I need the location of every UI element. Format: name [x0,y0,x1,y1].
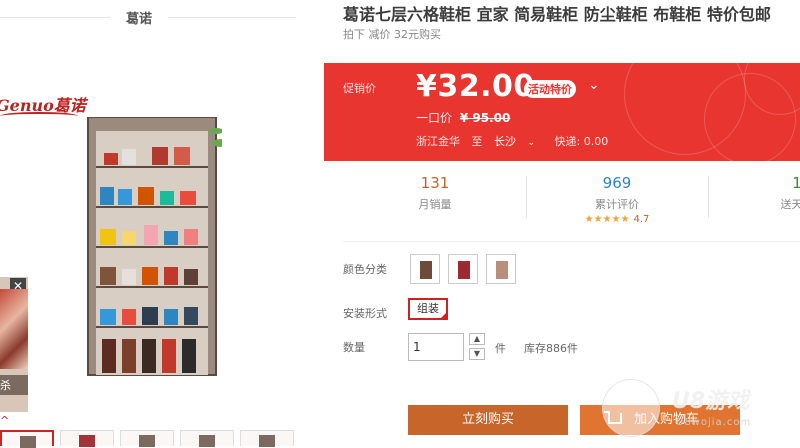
divider [168,17,296,18]
ad-image[interactable] [0,289,28,369]
chevron-up-icon[interactable]: ^ [0,414,9,427]
original-price: 一口价 ¥ 95.00 [416,109,510,126]
divider [0,17,110,18]
selected-check-icon [439,311,448,320]
original-price-label: 一口价 [416,111,453,125]
color-option[interactable] [410,254,440,284]
total-reviews-count[interactable]: 969 [542,174,692,192]
promo-badge[interactable]: 活动特价 [524,80,576,98]
tmall-points-count: 1 [792,174,800,192]
rating-score: 4.7 [633,214,650,225]
promo-price-label: 促销价 [343,82,376,95]
tmall-points: 1 送天猫 [722,174,800,212]
logo-swoosh [0,112,78,120]
side-ad-popup[interactable]: ✕ 杀 [0,277,28,412]
add-to-cart-label[interactable]: 加入购物车 [634,412,699,427]
original-price-value: ¥ 95.00 [459,111,511,125]
current-price: ¥32.00 [416,69,535,104]
thumbnail[interactable] [60,430,114,447]
thumbnail[interactable] [120,430,174,447]
product-title: 葛诺七层六格鞋柜 宜家 简易鞋柜 防尘鞋柜 布鞋柜 特价包邮 [343,5,771,24]
monthly-sales-count: 131 [420,174,450,192]
add-to-cart-button[interactable]: 加入购物车 [580,405,740,435]
monthly-sales-label: 月销量 [418,198,452,211]
chevron-down-icon[interactable]: ⌄ [588,77,600,93]
express-fee: 快递: 0.00 [554,135,609,148]
quantity-increase-button[interactable]: ▲ [469,333,485,345]
product-gallery: 葛诺 Genuo葛诺 ✕ 杀 ^ [0,0,308,448]
divider [708,176,709,218]
main-product-image[interactable] [82,117,222,379]
ship-to-label: 至 [471,135,483,148]
brand-name[interactable]: 葛诺 [110,8,168,27]
star-icon: ★★★★★ [584,214,630,225]
quantity-label: 数量 [343,341,365,354]
stock-count: 库存886件 [524,342,578,355]
stats-bar: 131 月销量 969 累计评价 ★★★★★4.7 1 送天猫 [324,166,800,232]
ship-from: 浙江金华 [416,135,460,148]
color-option[interactable] [486,254,516,284]
ship-to-city[interactable]: 长沙 [494,135,516,148]
color-label: 颜色分类 [343,263,387,276]
ship-to-select[interactable]: 长沙 ⌄ [494,135,547,148]
install-label: 安装形式 [343,307,387,320]
thumbnail[interactable] [0,430,54,448]
cart-icon [604,411,622,424]
quantity-decrease-button[interactable]: ▼ [469,348,485,360]
product-subtitle: 拍下 减价 32元购买 [343,28,441,41]
ad-label[interactable]: 杀 [0,375,28,395]
divider [526,176,527,218]
thumbnail[interactable] [180,430,234,447]
chevron-down-icon[interactable]: ⌄ [528,138,536,148]
quantity-unit: 件 [495,342,506,355]
shipping-info: 浙江金华 至 长沙 ⌄ 快递: 0.00 [416,133,616,149]
total-reviews-label: 累计评价 [595,198,639,211]
install-option-label[interactable]: 组装 [417,302,439,315]
thumbnail-strip [0,430,308,448]
monthly-sales: 131 月销量 [360,174,510,212]
color-option[interactable] [448,254,478,284]
divider [343,241,800,242]
tmall-points-label: 送天猫 [780,198,800,211]
price-panel: 促销价 ¥32.00 活动特价 ⌄ 一口价 ¥ 95.00 浙江金华 至 长沙 … [324,63,800,161]
quantity-input[interactable]: 1 [408,333,464,361]
thumbnail[interactable] [240,430,294,447]
total-reviews[interactable]: 969 累计评价 ★★★★★ 4.7 [542,174,692,225]
rating-stars: ★★★★★ 4.7 [542,214,692,225]
buy-now-button[interactable]: 立刻购买 [408,405,568,435]
install-option-assembled[interactable]: 组装 [408,298,448,320]
brand-header: 葛诺 [0,0,308,34]
